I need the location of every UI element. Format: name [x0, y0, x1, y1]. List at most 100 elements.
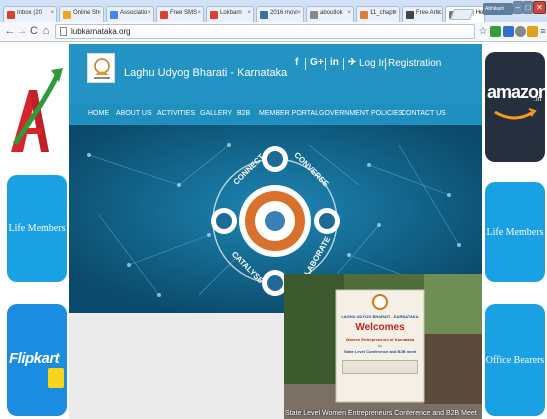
bookmark-star-icon[interactable]: ☆	[477, 25, 489, 38]
google-plus-icon[interactable]: G+	[310, 57, 324, 68]
home-icon[interactable]: ⌂	[40, 25, 52, 38]
social-divider	[305, 58, 306, 70]
reload-icon[interactable]: C	[28, 25, 40, 38]
board-line3: State Level Conference and B2B meet	[343, 349, 417, 354]
social-divider	[325, 58, 326, 70]
close-window-button[interactable]: ✕	[533, 1, 546, 14]
office-bearers-tile[interactable]: Office Bearers	[485, 304, 545, 416]
browser-toolbar: ← → C ⌂ lubkarnataka.org ☆ ≡	[0, 22, 547, 42]
maximize-button[interactable]: □	[523, 1, 533, 14]
browser-window: Inbox (20 × Online Sh × Associatio × Free SMS ×…	[0, 0, 547, 419]
tab-strip: Inbox (20 × Online Sh × Associatio × Free SMS ×…	[0, 0, 547, 23]
event-photo[interactable]: LAGHU UDYOG BHARATI - KARNATAKA Welcomes…	[284, 274, 482, 419]
board-sponsor-strip	[342, 360, 418, 374]
flipkart-label: Flipkart	[9, 350, 60, 367]
url-text: lubkarnataka.org	[71, 27, 131, 36]
browser-tab[interactable]: 2016 movi ×	[256, 6, 304, 22]
tab-close-icon[interactable]: ×	[347, 10, 351, 16]
nav-gallery[interactable]: GALLERY	[200, 110, 232, 117]
tab-label: Lokbarn	[220, 10, 242, 16]
nav-contact-us[interactable]: CONTACT US	[401, 110, 446, 117]
twitter-icon[interactable]: ✈	[348, 57, 356, 68]
life-members-tile[interactable]: Life Members	[7, 175, 67, 282]
tab-label: Online Sh	[73, 10, 100, 16]
nav-b2b[interactable]: B2B	[237, 110, 250, 117]
lotus-logo-icon	[94, 58, 110, 79]
tab-label: 2016 movi	[270, 10, 298, 16]
news-panel	[69, 313, 284, 419]
nav-home[interactable]: HOME	[88, 110, 109, 117]
tab-label: 11_chaptr	[370, 10, 397, 16]
extension-icon[interactable]	[503, 26, 514, 37]
tab-close-icon[interactable]: ×	[436, 10, 440, 16]
back-icon[interactable]: ←	[4, 25, 16, 38]
sponsor-logo-tile[interactable]	[7, 52, 67, 172]
browser-tab[interactable]: aboutlok ×	[306, 6, 354, 22]
life-members-right-tile[interactable]: Life Members	[485, 182, 545, 282]
login-link[interactable]: Log In	[359, 58, 387, 69]
tab-favicon-icon	[110, 11, 118, 19]
web-page: Life Members Flipkart amazon .in Life Me…	[0, 42, 547, 419]
photo-caption: State Level Women Entrepreneurs Conferen…	[285, 410, 477, 417]
facebook-icon[interactable]: f	[295, 57, 298, 68]
nav-government-policies[interactable]: GOVERNMENT POLICIES	[319, 110, 403, 117]
browser-tab[interactable]: Inbox (20 ×	[3, 6, 57, 22]
tab-close-icon[interactable]: ×	[247, 10, 251, 16]
amazon-tile[interactable]: amazon .in	[485, 52, 545, 162]
tab-favicon-icon	[160, 11, 168, 19]
auth-divider	[385, 58, 386, 70]
tab-close-icon[interactable]: ×	[297, 10, 301, 16]
minimize-button[interactable]: ‒	[513, 1, 523, 14]
tab-close-icon[interactable]: ×	[50, 10, 54, 16]
tab-favicon-icon	[310, 11, 318, 19]
browser-tab[interactable]: 11_chaptr ×	[356, 6, 400, 22]
tab-label: Free SMS	[170, 10, 198, 16]
tab-favicon-icon	[7, 11, 15, 19]
page-icon	[60, 27, 67, 36]
arrow-logo-icon	[11, 68, 63, 152]
flipkart-tile[interactable]: Flipkart	[7, 304, 67, 416]
life-members-right-label: Life Members	[486, 226, 544, 238]
amazon-smile-icon	[494, 108, 537, 120]
nav-member-portal[interactable]: MEMBER PORTAL	[259, 110, 319, 117]
office-bearers-label: Office Bearers	[485, 354, 545, 366]
registration-link[interactable]: Registration	[388, 58, 441, 69]
board-org: LAGHU UDYOG BHARATI - KARNATAKA	[341, 314, 419, 319]
profile-button[interactable]: Abhilash	[483, 3, 513, 15]
tab-close-icon[interactable]: ×	[197, 10, 201, 16]
site-title[interactable]: Laghu Udyog Bharati - Karnataka	[124, 67, 287, 79]
nav-about-us[interactable]: ABOUT US	[116, 110, 152, 117]
extension-icon[interactable]	[515, 26, 526, 37]
board-line2: to	[378, 343, 382, 348]
tab-close-icon[interactable]: ×	[147, 10, 151, 16]
tab-favicon-icon	[360, 11, 368, 19]
tab-favicon-icon	[406, 11, 414, 19]
board-emblem	[372, 294, 388, 310]
tab-favicon-icon	[63, 11, 71, 19]
tab-close-icon[interactable]: ×	[393, 10, 397, 16]
tab-label: Inbox (20	[17, 10, 43, 16]
menu-icon[interactable]: ≡	[537, 25, 547, 38]
nav-activities[interactable]: ACTIVITIES	[157, 110, 195, 117]
browser-tab[interactable]: Free SMS ×	[156, 6, 204, 22]
site-logo[interactable]	[87, 53, 115, 83]
tab-close-icon[interactable]: ×	[478, 10, 482, 16]
tab-favicon-icon	[210, 11, 218, 19]
address-bar[interactable]: lubkarnataka.org	[55, 24, 475, 39]
tab-favicon-icon	[260, 11, 268, 19]
browser-tab[interactable]: Free Artic ×	[402, 6, 443, 22]
board-welcome: Welcomes	[355, 322, 405, 333]
forward-icon[interactable]: →	[16, 25, 28, 38]
linkedin-icon[interactable]: in	[330, 57, 339, 68]
browser-tab[interactable]: Associatio ×	[106, 6, 154, 22]
extension-icon[interactable]	[490, 26, 501, 37]
browser-tab[interactable]: Online Sh ×	[59, 6, 104, 22]
tab-label: aboutlok	[320, 10, 343, 16]
browser-tab[interactable]: Lokbarn ×	[206, 6, 254, 22]
shopping-bag-icon	[48, 368, 64, 388]
tab-label: Associatio	[120, 10, 148, 16]
board-line1: Women Entrepreneurs of Karnataka	[345, 337, 415, 342]
life-members-label: Life Members	[8, 223, 66, 234]
tab-close-icon[interactable]: ×	[97, 10, 101, 16]
new-tab-button[interactable]	[449, 9, 475, 20]
